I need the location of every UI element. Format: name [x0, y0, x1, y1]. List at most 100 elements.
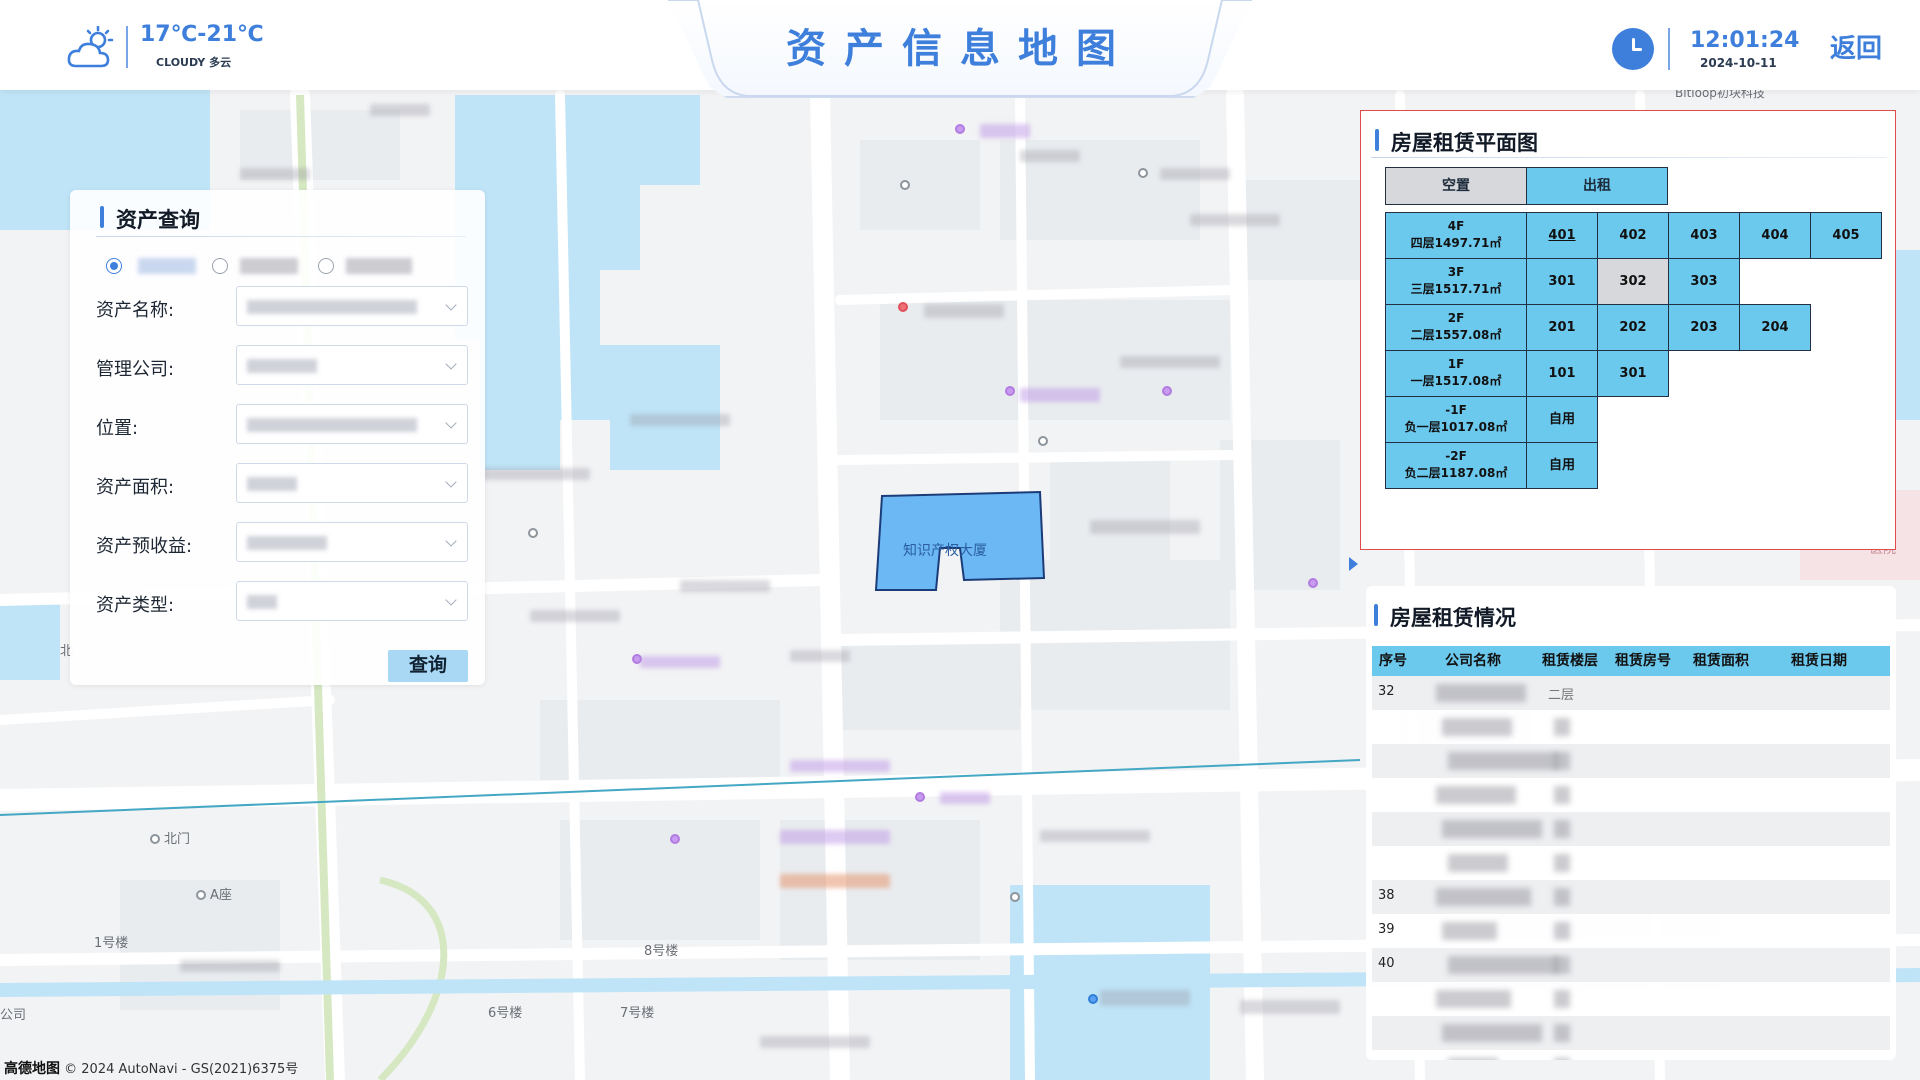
amap-logo: 高德地图 [4, 1061, 60, 1077]
weather-divider [126, 26, 128, 68]
field-value-redacted [247, 595, 277, 609]
form-label: 资产面积: [96, 477, 175, 498]
room-cell[interactable]: 自用 [1526, 442, 1598, 489]
row-floor: 二层 [1548, 688, 1575, 703]
room-cell[interactable]: 自用 [1526, 396, 1598, 443]
poi-pin-icon [528, 528, 538, 538]
company-name-redacted [1448, 752, 1558, 770]
form-label: 资产类型: [96, 595, 175, 616]
table-row[interactable]: 32 二层 [1372, 676, 1890, 710]
room-cell[interactable]: 203 [1668, 304, 1740, 351]
table-row[interactable] [1372, 812, 1890, 846]
room-cell[interactable]: 202 [1597, 304, 1669, 351]
company-name-redacted [1436, 786, 1516, 804]
cloud-sun-icon [67, 26, 114, 68]
room-cell[interactable]: 302 [1597, 258, 1669, 305]
floor-redacted [1554, 786, 1570, 804]
rental-status-panel: 房屋租赁情况 序号 公司名称 租赁楼层 租赁房号 租赁面积 租赁日期 32 二层 38 39 40 [1366, 586, 1896, 1060]
company-name-redacted [1448, 956, 1558, 974]
back-button[interactable]: 返回 [1830, 28, 1882, 65]
map-label-blurred [780, 874, 890, 888]
poi-building-7: 7号楼 [620, 1006, 655, 1021]
field-value-redacted [247, 477, 297, 491]
field-value-redacted [247, 536, 327, 550]
table-row[interactable] [1372, 778, 1890, 812]
form-select-field[interactable] [236, 463, 468, 503]
room-cell[interactable]: 204 [1739, 304, 1811, 351]
room-cell[interactable]: 404 [1739, 212, 1811, 259]
room-cell[interactable]: 402 [1597, 212, 1669, 259]
asset-query-panel: 资产查询 资产名称: 管理公司: 位置: 资产面积: 资产预收益: 资产类型: 查询 [70, 190, 485, 685]
floor-area: 负一层1017.08㎡ [1404, 420, 1508, 434]
floor-redacted [1554, 718, 1570, 736]
form-select-field[interactable] [236, 404, 468, 444]
map-label-blurred [1120, 356, 1220, 368]
room-cell[interactable]: 401 [1526, 212, 1598, 259]
column-header[interactable]: 租赁面积 [1678, 646, 1764, 676]
legend-rented: 出租 [1526, 167, 1668, 205]
room-cell[interactable]: 303 [1668, 258, 1740, 305]
rental-table-header: 序号 公司名称 租赁楼层 租赁房号 租赁面积 租赁日期 [1372, 646, 1890, 676]
row-seq: 39 [1378, 922, 1395, 937]
map-label-blurred [240, 168, 310, 180]
form-select-field[interactable] [236, 286, 468, 326]
table-row[interactable] [1372, 744, 1890, 778]
floor-redacted [1554, 1058, 1570, 1060]
form-select-field[interactable] [236, 581, 468, 621]
room-cell[interactable]: 301 [1597, 350, 1669, 397]
poi-pin-icon [1138, 168, 1148, 178]
column-header[interactable]: 序号 [1372, 646, 1414, 676]
floor-code: -1F [1445, 403, 1467, 417]
company-name-redacted [1436, 990, 1511, 1008]
query-button[interactable]: 查询 [388, 650, 468, 682]
map-label-blurred [790, 760, 890, 772]
poi-pin-icon [1038, 436, 1048, 446]
form-label: 资产预收益: [96, 536, 193, 557]
query-mode-radio[interactable] [318, 258, 334, 274]
query-mode-radio[interactable] [212, 258, 228, 274]
room-cell[interactable]: 101 [1526, 350, 1598, 397]
form-select-field[interactable] [236, 345, 468, 385]
column-header[interactable]: 公司名称 [1414, 646, 1532, 676]
field-value-redacted [247, 418, 417, 432]
map-label-blurred [530, 610, 620, 622]
column-header[interactable]: 租赁楼层 [1532, 646, 1608, 676]
poi-pin-icon [670, 834, 680, 844]
collapse-toggle-icon[interactable] [1346, 555, 1360, 573]
map-label-blurred [1240, 1000, 1340, 1014]
company-name-redacted [1436, 888, 1531, 906]
column-header[interactable]: 租赁日期 [1764, 646, 1874, 676]
query-mode-radio[interactable] [106, 258, 122, 274]
query-mode-label [240, 258, 298, 274]
company-name-redacted [1442, 1024, 1542, 1042]
clock-date: 2024-10-11 [1700, 56, 1777, 70]
floor-code: 2F [1447, 311, 1465, 325]
table-row[interactable]: 38 [1372, 880, 1890, 914]
table-row[interactable]: 40 [1372, 948, 1890, 982]
map-label-blurred [780, 830, 890, 844]
form-select-field[interactable] [236, 522, 468, 562]
table-row[interactable] [1372, 710, 1890, 744]
room-cell[interactable]: 405 [1810, 212, 1882, 259]
form-label: 管理公司: [96, 359, 175, 380]
chevron-down-icon [445, 417, 457, 429]
room-cell[interactable]: 403 [1668, 212, 1740, 259]
amap-copyright: © 2024 AutoNavi - GS(2021)6375号 [64, 1062, 299, 1077]
map-label-blurred [1190, 214, 1280, 226]
table-row[interactable]: 39 [1372, 914, 1890, 948]
floor-plan-title: 房屋租赁平面图 [1375, 127, 1538, 157]
room-cell[interactable]: 201 [1526, 304, 1598, 351]
floor-label: 3F 三层1517.71㎡ [1385, 258, 1527, 305]
map-label-blurred [924, 304, 1004, 318]
table-row[interactable] [1372, 846, 1890, 880]
floor-label: -1F 负一层1017.08㎡ [1385, 396, 1527, 443]
form-label: 资产名称: [96, 300, 175, 321]
column-header[interactable]: 租赁房号 [1608, 646, 1678, 676]
table-row[interactable] [1372, 1016, 1890, 1050]
poi-building-6: 6号楼 [488, 1006, 523, 1021]
form-label: 位置: [96, 418, 139, 439]
table-row[interactable] [1372, 982, 1890, 1016]
room-cell[interactable]: 301 [1526, 258, 1598, 305]
clock-icon [1612, 28, 1654, 70]
table-row[interactable] [1372, 1050, 1890, 1060]
